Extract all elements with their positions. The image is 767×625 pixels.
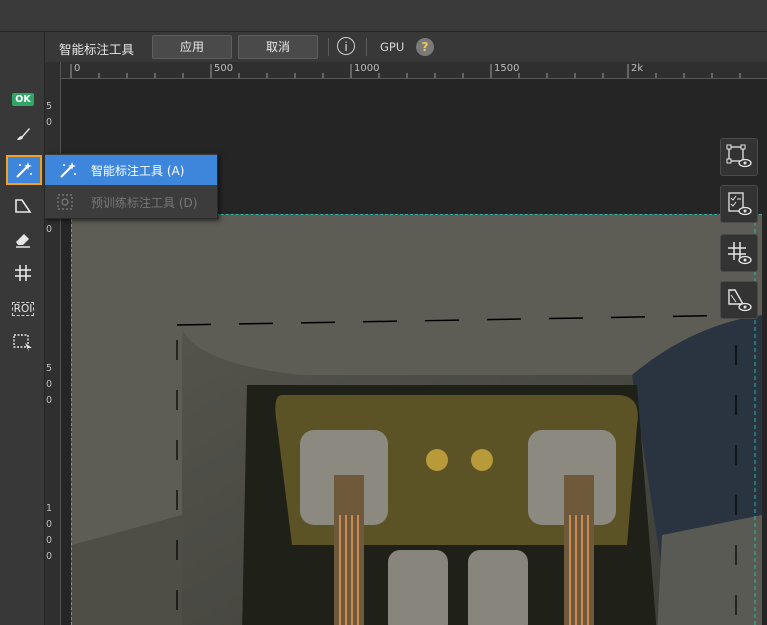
grid-hash-icon: [15, 265, 31, 281]
top-window-strip: [0, 0, 767, 32]
show-grid-icon: [728, 242, 752, 265]
polygon-icon: [15, 199, 32, 213]
toggle-checklist-button[interactable]: [720, 185, 758, 223]
ruler-digit: 0: [46, 379, 53, 390]
gpu-help-icon[interactable]: ?: [416, 38, 434, 56]
flyout-item-label: 智能标注工具 (A): [91, 163, 185, 178]
separator: [328, 38, 329, 56]
ruler-label: 2k: [631, 63, 644, 74]
ruler-digit: 0: [46, 535, 53, 546]
ruler-label: 1500: [494, 63, 520, 74]
tool-options-bar: 智能标注工具 应用 取消 i GPU ?: [44, 32, 767, 63]
ruler-ticks: [70, 64, 741, 78]
eraser-icon: [16, 234, 30, 248]
brush-tool-button[interactable]: [8, 120, 38, 148]
pretrained-tool-icon: [57, 194, 73, 210]
apply-button[interactable]: 应用: [152, 35, 232, 59]
separator: [366, 38, 367, 56]
eraser-tool-button[interactable]: [8, 225, 38, 253]
ruler-digit: 1: [46, 503, 53, 514]
roi-icon: ROI: [11, 302, 35, 316]
ruler-vertical: 5 0 0 5 0 0 1 0 0 0: [44, 62, 61, 625]
select-area-icon: [13, 334, 32, 352]
ruler-digit: 0: [46, 551, 53, 562]
toggle-mask-button[interactable]: [720, 281, 758, 319]
ruler-digit: 0: [46, 224, 53, 235]
show-boxes-icon: [726, 144, 752, 168]
ok-tool-button[interactable]: OK: [8, 85, 38, 113]
left-toolbar: OK ROI: [0, 32, 45, 625]
polygon-tool-button[interactable]: [8, 192, 38, 220]
cancel-button[interactable]: 取消: [238, 35, 318, 59]
ruler-digit: 5: [46, 101, 53, 112]
roi-tool-button[interactable]: ROI: [8, 295, 38, 323]
ruler-digit: 5: [46, 363, 53, 374]
toggle-grid-button[interactable]: [720, 234, 758, 272]
ruler-label: 1000: [354, 63, 380, 74]
ruler-digit: 0: [46, 519, 53, 530]
gpu-label: GPU: [380, 40, 405, 54]
info-icon[interactable]: i: [337, 37, 355, 55]
inspection-image[interactable]: [71, 214, 762, 625]
magic-wand-icon: [16, 162, 32, 178]
ruler-label: 500: [214, 63, 234, 74]
ruler-digit: 0: [46, 395, 53, 406]
grid-tool-button[interactable]: [8, 259, 38, 287]
tool-title: 智能标注工具: [59, 42, 135, 57]
tool-flyout-menu: 智能标注工具 (A) 预训练标注工具 (D): [44, 153, 218, 219]
ruler-digit: 0: [46, 117, 53, 128]
show-mask-icon: [728, 289, 752, 312]
select-area-tool-button[interactable]: [8, 329, 38, 357]
show-checklist-icon: [728, 192, 752, 216]
flyout-item-smart-label[interactable]: 智能标注工具 (A): [45, 155, 217, 185]
flyout-item-pretrained[interactable]: 预训练标注工具 (D): [45, 187, 217, 217]
brush-icon: [17, 128, 30, 140]
magic-wand-tool-button[interactable]: [6, 155, 42, 185]
ruler-horizontal: 0 500 1000 1500 2k: [61, 62, 767, 79]
ok-check-icon: OK: [12, 92, 34, 106]
magic-wand-icon: [60, 162, 76, 178]
toggle-boxes-button[interactable]: [720, 138, 758, 176]
flyout-item-label: 预训练标注工具 (D): [91, 195, 198, 210]
connector-photo: [72, 215, 762, 625]
ruler-label: 0: [74, 63, 81, 74]
